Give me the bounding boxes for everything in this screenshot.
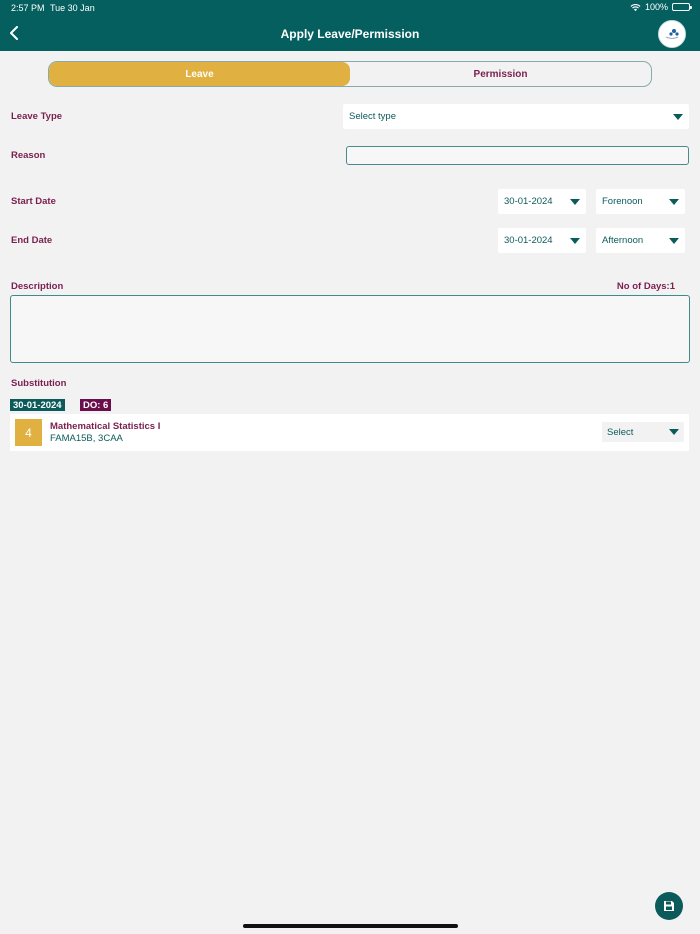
- substitution-row: 4 Mathematical Statistics I FAMA15B, 3CA…: [10, 414, 689, 451]
- caret-down-icon: [669, 237, 679, 244]
- caret-down-icon: [570, 198, 580, 205]
- app-header: 2:57 PM Tue 30 Jan 100% Apply Leave/Perm…: [0, 0, 700, 51]
- leave-type-dropdown[interactable]: Select type: [343, 104, 689, 129]
- logo-icon: [665, 29, 679, 39]
- home-indicator: [243, 924, 458, 928]
- battery-percent: 100%: [644, 2, 668, 12]
- end-date-picker[interactable]: 30-01-2024: [498, 228, 586, 253]
- substitute-dropdown[interactable]: Select: [602, 422, 684, 442]
- status-indicators: 100%: [630, 2, 692, 12]
- period-number: 4: [15, 419, 42, 446]
- no-of-days: No of Days:1: [616, 281, 675, 292]
- start-session-dropdown[interactable]: Forenoon: [596, 189, 685, 214]
- end-date-label: End Date: [11, 235, 53, 246]
- start-date-label: Start Date: [11, 196, 56, 207]
- description-textarea[interactable]: [10, 295, 690, 363]
- wifi-icon: [630, 3, 641, 11]
- tab-permission[interactable]: Permission: [350, 62, 651, 86]
- reason-label: Reason: [11, 150, 46, 161]
- battery-icon: [672, 3, 692, 11]
- institution-logo[interactable]: [658, 20, 686, 48]
- start-session-value: Forenoon: [602, 196, 643, 207]
- tab-leave[interactable]: Leave: [49, 62, 350, 86]
- reason-input[interactable]: [346, 146, 689, 165]
- day-order-badge: DO: 6: [80, 399, 112, 411]
- status-time: 2:57 PM: [11, 3, 45, 13]
- caret-down-icon: [673, 113, 683, 120]
- leave-type-value: Select type: [349, 111, 396, 122]
- leave-type-label: Leave Type: [11, 111, 63, 122]
- end-session-value: Afternoon: [602, 235, 644, 246]
- description-label: Description: [11, 281, 64, 292]
- start-date-picker[interactable]: 30-01-2024: [498, 189, 586, 214]
- save-icon: [664, 901, 674, 911]
- substitute-value: Select: [607, 426, 634, 438]
- leave-permission-toggle: Leave Permission: [48, 61, 652, 87]
- subject-name: Mathematical Statistics I: [50, 421, 161, 432]
- caret-down-icon: [570, 237, 580, 244]
- end-session-dropdown[interactable]: Afternoon: [596, 228, 685, 253]
- page-title: Apply Leave/Permission: [280, 27, 420, 41]
- start-date-value: 30-01-2024: [504, 196, 553, 207]
- caret-down-icon: [669, 429, 679, 435]
- end-date-value: 30-01-2024: [504, 235, 553, 246]
- status-date: Tue 30 Jan: [50, 3, 95, 13]
- substitution-label: Substitution: [11, 378, 67, 389]
- substitution-date-badge: 30-01-2024: [10, 399, 65, 411]
- class-codes: FAMA15B, 3CAA: [50, 433, 123, 444]
- save-button[interactable]: [655, 892, 683, 920]
- caret-down-icon: [669, 198, 679, 205]
